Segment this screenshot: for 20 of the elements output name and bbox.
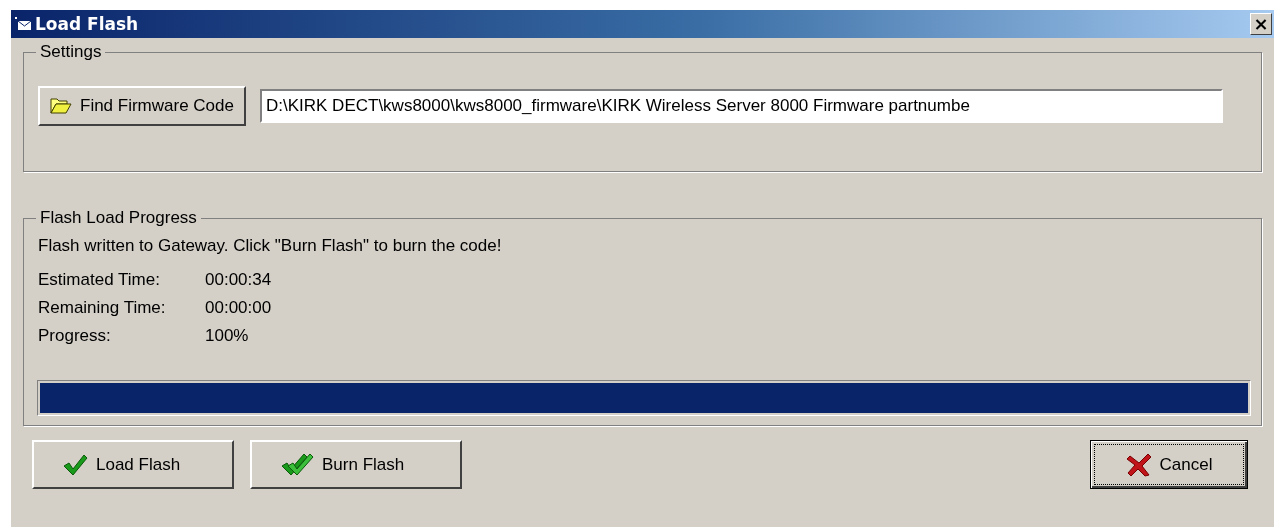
path-field[interactable]: D:\KIRK DECT\kws8000\kws8000_firmware\KIRK Wireless Server 8000 Firmware partnumbe — [260, 89, 1223, 123]
info-value: 00:00:00 — [205, 298, 272, 318]
checkmark-icon — [62, 452, 88, 477]
action-button[interactable]: Load Flash — [32, 440, 234, 489]
info-label: Estimated Time: — [38, 270, 161, 290]
folder-icon — [50, 97, 72, 115]
status-message: Flash written to Gateway. Click "Burn Flash" to burn the code! — [38, 236, 503, 256]
action-button[interactable]: Burn Flash — [250, 440, 462, 489]
close-button[interactable]: × — [1250, 13, 1272, 35]
envelope-icon — [15, 17, 33, 31]
action-button[interactable]: Cancel — [1090, 440, 1248, 489]
info-value: 100% — [205, 326, 249, 346]
info-label: Progress: — [38, 326, 112, 346]
group-title: Flash Load Progress — [39, 208, 198, 228]
cross-icon — [1125, 452, 1152, 477]
info-label: Remaining Time: — [38, 298, 167, 318]
info-value: 00:00:34 — [205, 270, 272, 290]
group-title: Settings — [39, 42, 103, 62]
find-firmware-button[interactable]: Find Firmware Code — [38, 86, 246, 126]
window-title: Load Flash — [35, 14, 140, 34]
